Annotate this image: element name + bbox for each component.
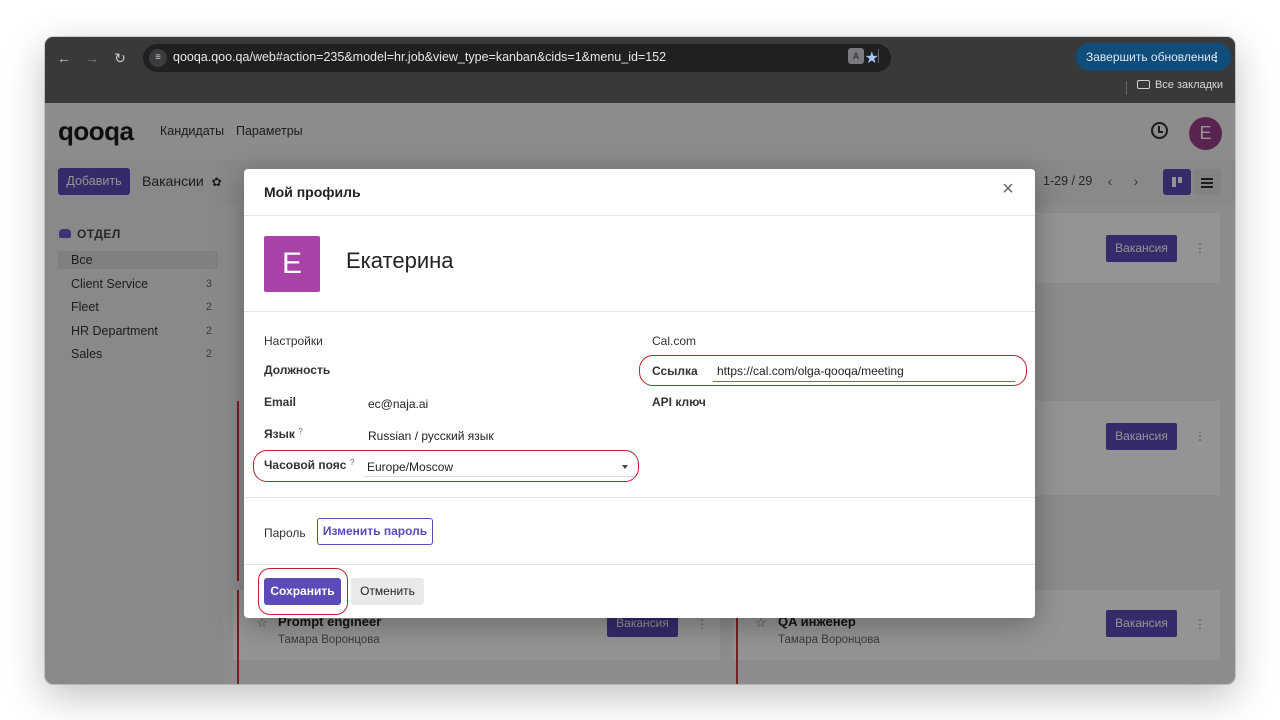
language-label-text: Язык	[264, 427, 295, 441]
dialog-header: Мой профиль ×	[244, 169, 1035, 216]
link-label: Ссылка	[652, 364, 698, 378]
bookmark-star-icon[interactable]: ★	[865, 48, 879, 68]
save-button[interactable]: Сохранить	[264, 578, 341, 605]
link-input[interactable]	[713, 360, 1015, 381]
toolbar-divider	[878, 49, 879, 63]
all-bookmarks-button[interactable]: Все закладки	[1136, 79, 1223, 91]
language-label: Язык ?	[264, 427, 303, 441]
help-icon[interactable]: ?	[350, 458, 354, 467]
translate-icon[interactable]: A	[848, 48, 864, 64]
browser-toolbar: ← → ↻ ≡ qooqa.qoo.qa/web#action=235&mode…	[45, 37, 1235, 103]
password-section: Пароль Изменить пароль	[244, 497, 1035, 564]
password-label: Пароль	[264, 526, 306, 540]
position-label: Должность	[264, 363, 331, 377]
dialog-title: Мой профиль	[264, 184, 361, 200]
close-icon[interactable]: ×	[999, 179, 1017, 199]
profile-avatar[interactable]: E	[264, 236, 320, 292]
timezone-label: Часовой пояс ?	[264, 458, 354, 472]
folder-icon	[1136, 80, 1150, 89]
finish-update-button[interactable]: Завершить обновление ⋮	[1076, 43, 1231, 71]
chevron-down-icon	[622, 465, 628, 469]
timezone-label-text: Часовой пояс	[264, 458, 347, 472]
address-bar[interactable]: ≡ qooqa.qoo.qa/web#action=235&model=hr.j…	[143, 44, 891, 72]
site-settings-icon[interactable]: ≡	[149, 49, 167, 67]
calcom-heading: Cal.com	[652, 334, 697, 348]
cancel-button[interactable]: Отменить	[351, 578, 424, 605]
timezone-select[interactable]: Europe/Moscow	[364, 455, 634, 477]
profile-dialog: Мой профиль × E Екатерина Настройки Долж…	[244, 169, 1035, 618]
url-text[interactable]: qooqa.qoo.qa/web#action=235&model=hr.job…	[173, 50, 666, 64]
all-bookmarks-label: Все закладки	[1154, 79, 1223, 91]
help-icon[interactable]: ?	[298, 427, 302, 436]
email-label: Email	[264, 395, 297, 409]
dialog-footer: Сохранить Отменить	[244, 564, 1035, 618]
bookmarks-divider	[1126, 81, 1127, 95]
language-value[interactable]: Russian / русский язык	[368, 429, 494, 443]
settings-heading: Настройки	[264, 334, 323, 348]
profile-summary: E Екатерина	[244, 216, 1035, 312]
more-vert-icon[interactable]: ⋮	[1210, 43, 1222, 71]
change-password-button[interactable]: Изменить пароль	[317, 518, 433, 545]
back-icon[interactable]: ←	[53, 47, 75, 69]
reload-icon[interactable]: ↻	[109, 47, 131, 69]
link-field-wrapper	[713, 360, 1015, 382]
email-value: ec@naja.ai	[368, 397, 429, 411]
profile-name: Екатерина	[346, 248, 454, 273]
browser-window: ← → ↻ ≡ qooqa.qoo.qa/web#action=235&mode…	[45, 37, 1235, 684]
api-key-label: API ключ	[652, 395, 706, 409]
forward-icon[interactable]: →	[81, 47, 103, 69]
timezone-value: Europe/Moscow	[367, 460, 454, 474]
finish-update-label: Завершить обновление	[1086, 50, 1218, 64]
